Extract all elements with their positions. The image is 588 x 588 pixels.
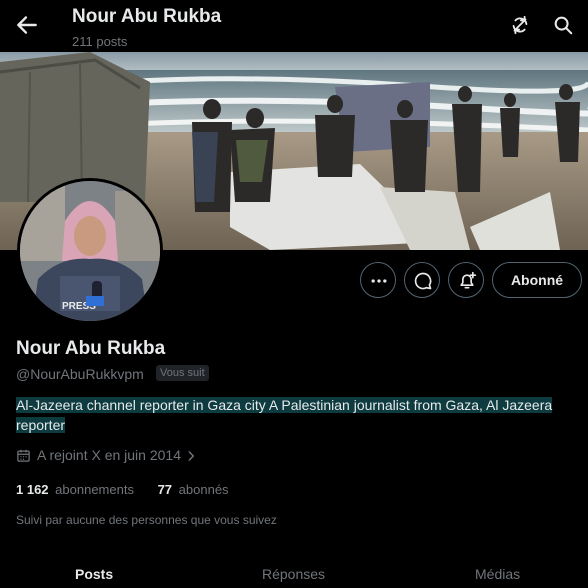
profile-bio: Al-Jazeera channel reporter in Gaza city… <box>16 395 582 435</box>
followers-count: 77 <box>157 482 173 497</box>
following-label: abonnements <box>55 482 134 497</box>
followed-by-text: Suivi par aucune des personnes que vous … <box>16 513 277 527</box>
following-count: 1 162 <box>16 482 49 497</box>
followers-link[interactable]: 77 abonnés <box>158 482 229 497</box>
search-icon[interactable] <box>552 14 574 36</box>
more-icon <box>371 279 387 283</box>
joined-text: A rejoint X en juin 2014 <box>37 447 181 463</box>
bio-text: Al-Jazeera channel reporter in Gaza city… <box>16 397 553 433</box>
avatar[interactable]: PRESS <box>17 178 163 324</box>
tab-replies[interactable]: Réponses <box>262 566 325 582</box>
following-link[interactable]: 1 162 abonnements <box>16 482 134 497</box>
notification-plus-icon <box>460 271 477 289</box>
tab-media[interactable]: Médias <box>475 566 520 582</box>
arrow-left-icon[interactable] <box>14 12 40 38</box>
message-button[interactable] <box>404 262 440 298</box>
avatar-image: PRESS <box>20 181 160 321</box>
notifications-button[interactable] <box>448 262 484 298</box>
calendar-icon <box>17 449 30 462</box>
profile-handle: @NourAbuRukkvpm <box>16 366 144 382</box>
follows-you-badge: Vous suit <box>156 365 209 381</box>
joined-date[interactable]: A rejoint X en juin 2014 <box>16 447 204 463</box>
follow-counts: 1 162 abonnements 77 abonnés <box>16 482 229 497</box>
more-button[interactable] <box>360 262 396 298</box>
following-button[interactable]: Abonné <box>492 262 582 298</box>
profile-tabs: Posts Réponses Médias <box>0 560 588 588</box>
profile-name: Nour Abu Rukba <box>16 338 166 359</box>
chevron-right-icon <box>188 451 195 461</box>
followers-label: abonnés <box>178 482 229 497</box>
refresh-icon[interactable] <box>509 14 531 36</box>
tab-posts[interactable]: Posts <box>75 566 113 582</box>
page-title: Nour Abu Rukba <box>72 6 222 27</box>
top-bar: Nour Abu Rukba 211 posts <box>0 0 588 52</box>
post-count: 211 posts <box>72 34 128 49</box>
message-icon <box>414 272 432 290</box>
